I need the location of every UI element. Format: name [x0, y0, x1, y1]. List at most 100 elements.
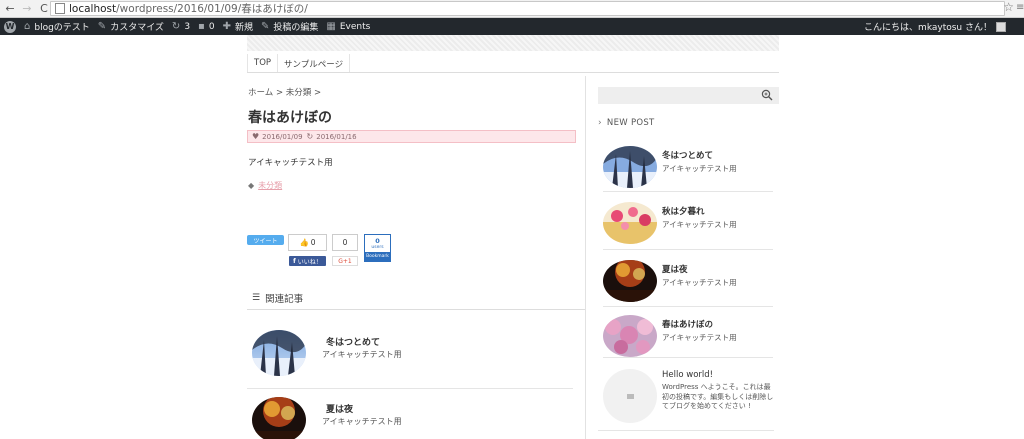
facebook-like-button[interactable]: f いいね！ [289, 256, 326, 266]
no-image-thumbnail[interactable] [603, 369, 657, 423]
related-posts-heading: ☰ 関連記事 [252, 291, 303, 305]
modified-date: 2016/01/16 [316, 132, 357, 141]
updates-count: 3 [184, 21, 191, 32]
reload-icon[interactable]: C [37, 2, 51, 16]
fireworks-thumbnail[interactable] [603, 260, 657, 302]
related-title[interactable]: 冬はつとめて [326, 335, 380, 348]
thumbs-up-button[interactable]: 👍 0 [288, 234, 327, 251]
related-excerpt: アイキャッチテスト用 [322, 350, 402, 359]
admin-comments[interactable]: ▪ 0 [198, 18, 215, 35]
sidebar-post-excerpt: アイキャッチテスト用 [662, 164, 737, 173]
avatar [996, 21, 1006, 32]
sidebar-post-excerpt: アイキャッチテスト用 [662, 333, 737, 342]
image-placeholder-icon [626, 393, 634, 399]
sidebar-separator [598, 430, 774, 431]
sidebar-post-excerpt: アイキャッチテスト用 [662, 220, 737, 229]
category-link[interactable]: 未分類 [258, 180, 282, 191]
post-category: ◆ 未分類 [248, 180, 282, 191]
new-post-heading: › NEW POST [598, 118, 655, 128]
sidebar-separator [603, 249, 773, 250]
search-icon[interactable] [761, 89, 773, 101]
cosmos-flowers-thumbnail[interactable] [603, 202, 657, 244]
tweet-button[interactable]: ツイート [247, 235, 284, 245]
plus-icon: ✚ [222, 21, 231, 32]
browser-menu-icon[interactable]: ≡ [1016, 2, 1024, 13]
hatena-bookmark-button[interactable]: 0 users Bookmark [364, 234, 391, 262]
breadcrumb[interactable]: ホーム > 未分類 > [248, 86, 321, 98]
page-title: 春はあけぼの [248, 110, 332, 126]
sidebar-post-title[interactable]: 冬はつとめて [662, 149, 713, 161]
share-count-box: 0 [332, 234, 358, 251]
admin-new[interactable]: ✚ 新規 [223, 18, 253, 35]
published-date: 2016/01/09 [262, 132, 303, 141]
thumbs-up-icon: 👍 [299, 238, 309, 247]
nav-divider [247, 72, 779, 73]
admin-edit-post[interactable]: ✎ 投稿の編集 [261, 18, 318, 35]
new-label: 新規 [234, 23, 253, 33]
tweet-label: ツイート [253, 237, 278, 245]
sidebar-post-title[interactable]: 秋は夕暮れ [662, 205, 705, 217]
sidebar-post[interactable]: 秋は夕暮れ アイキャッチテスト用 [603, 202, 773, 252]
admin-events[interactable]: ▦ Events [326, 18, 370, 35]
related-title[interactable]: 夏は夜 [326, 402, 353, 415]
hatena-count: 0 [375, 237, 380, 245]
snowy-trees-thumbnail[interactable] [252, 330, 306, 376]
nav-item-sample-page[interactable]: サンプルページ [278, 54, 351, 72]
sidebar-post-excerpt: WordPress へようこそ。これは最初の投稿です。編集もしくは削除してブログ… [662, 383, 774, 410]
admin-customize[interactable]: ✎ カスタマイズ [98, 18, 164, 35]
site-header-pattern [247, 35, 779, 51]
like-count: 0 [310, 238, 316, 247]
sidebar-separator [603, 191, 773, 192]
google-plus-button[interactable]: G+1 [332, 256, 358, 266]
heart-icon: ♥ [252, 132, 260, 141]
sidebar-separator [603, 306, 773, 307]
forward-icon[interactable]: → [20, 2, 34, 16]
chevron-right-icon: › [598, 118, 602, 128]
related-divider [247, 309, 585, 310]
new-post-label: NEW POST [606, 118, 655, 128]
list-item[interactable]: 夏は夜 アイキャッチテスト用 [252, 397, 572, 439]
admin-site-name[interactable]: ⌂ blogのテスト [24, 18, 90, 35]
tag-icon: ◆ [248, 181, 255, 190]
snowy-trees-thumbnail[interactable] [603, 146, 657, 188]
sidebar-post[interactable]: 冬はつとめて アイキャッチテスト用 [603, 146, 773, 196]
url-host: localhost [69, 2, 117, 15]
refresh-icon: ↻ [306, 132, 314, 141]
comments-count: 0 [208, 21, 215, 32]
related-heading-label: 関連記事 [265, 294, 304, 305]
bookmark-star-icon[interactable]: ☆ [1003, 0, 1014, 14]
facebook-like-label: いいね！ [297, 258, 322, 266]
sidebar-post-title[interactable]: 夏は夜 [662, 263, 688, 275]
post-content: アイキャッチテスト用 [248, 158, 333, 168]
updates-icon: ↻ [171, 21, 181, 32]
greeting-label: こんにちは、mkaytosu さん！ [864, 23, 992, 33]
back-icon[interactable]: ← [3, 2, 17, 16]
sidebar-post-title[interactable]: 春はあけぼの [662, 318, 713, 330]
address-bar[interactable]: localhost/wordpress/2016/01/09/春はあけぼの/ [50, 1, 1005, 16]
google-plus-label: G+1 [338, 257, 352, 265]
brush-icon: ✎ [97, 21, 107, 32]
admin-updates[interactable]: ↻ 3 [172, 18, 190, 35]
list-icon: ☰ [252, 293, 261, 303]
hatena-bookmark-label: Bookmark [365, 252, 390, 261]
column-divider [585, 76, 586, 439]
wordpress-logo-icon[interactable]: W [4, 20, 16, 33]
sidebar-post-title[interactable]: Hello world! [662, 370, 713, 380]
nav-item-top[interactable]: TOP [247, 54, 279, 72]
events-label: Events [339, 21, 371, 32]
calendar-icon: ▦ [326, 21, 336, 32]
sidebar-post[interactable]: 夏は夜 アイキャッチテスト用 [603, 260, 773, 310]
facebook-icon: f [293, 257, 296, 265]
related-separator [247, 388, 573, 389]
fireworks-thumbnail[interactable] [252, 397, 306, 439]
admin-account[interactable]: こんにちは、mkaytosu さん！ [864, 18, 1006, 35]
global-nav: TOP サンプルページ [247, 54, 351, 72]
url-path: /wordpress/2016/01/09/春はあけぼの/ [116, 3, 308, 15]
list-item[interactable]: 冬はつとめて アイキャッチテスト用 [252, 330, 572, 390]
share-count: 0 [342, 238, 348, 247]
sidebar-separator [603, 357, 773, 358]
search-input[interactable] [598, 87, 779, 104]
cherry-blossom-thumbnail[interactable] [603, 315, 657, 357]
browser-toolbar: ← → C localhost/wordpress/2016/01/09/春はあ… [0, 0, 1024, 18]
post-meta-bar: ♥ 2016/01/09 ↻ 2016/01/16 [247, 130, 576, 143]
